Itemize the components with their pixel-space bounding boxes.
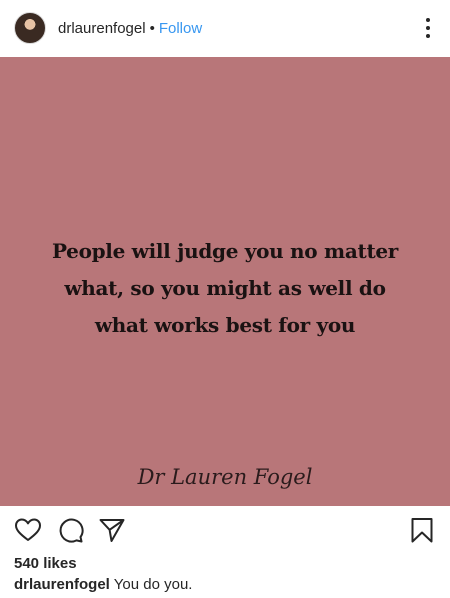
caption-text: You do you. xyxy=(113,576,193,593)
caption: drlaurenfogel You do you. xyxy=(14,576,192,593)
heart-icon[interactable] xyxy=(14,516,42,544)
username-link[interactable]: drlaurenfogel xyxy=(58,20,146,37)
more-dot xyxy=(426,26,430,30)
signature-text: Dr Lauren Fogel xyxy=(137,465,313,489)
separator-dot: • xyxy=(149,19,155,37)
quote-text: People will judge you no matter what, so… xyxy=(51,239,399,337)
comment-icon[interactable] xyxy=(56,516,84,544)
follow-button[interactable]: Follow xyxy=(159,20,202,37)
action-bar xyxy=(0,510,450,550)
more-dot xyxy=(426,18,430,22)
more-dot xyxy=(426,34,430,38)
share-icon[interactable] xyxy=(98,516,126,544)
bookmark-icon[interactable] xyxy=(408,516,436,544)
avatar[interactable] xyxy=(14,12,46,44)
post-header: drlaurenfogel • Follow xyxy=(0,0,450,56)
caption-username[interactable]: drlaurenfogel xyxy=(14,576,110,593)
likes-count[interactable]: 540 likes xyxy=(14,555,77,572)
more-options-icon[interactable] xyxy=(420,16,436,40)
post-image[interactable]: People will judge you no matter what, so… xyxy=(0,57,450,506)
